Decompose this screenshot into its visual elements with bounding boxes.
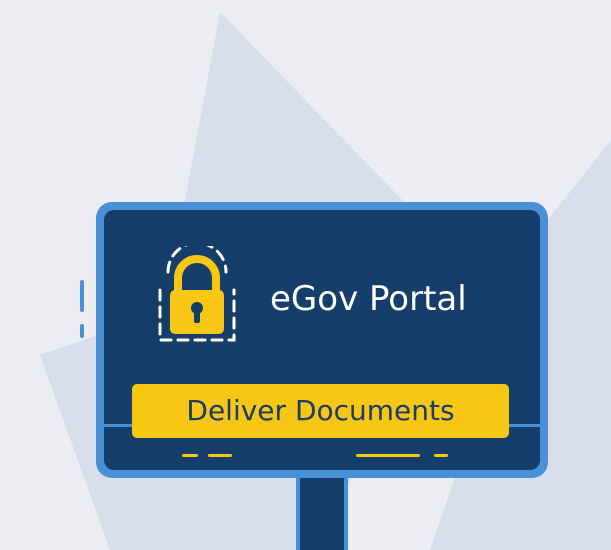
side-accent-marks [80,280,88,350]
padlock-icon [154,241,240,350]
accent-dash [182,454,198,457]
portal-title: eGov Portal [270,279,467,319]
monitor-stand [296,476,348,550]
monitor-screen: eGov Portal Deliver Documents [104,210,540,470]
side-mark-short [80,324,84,338]
deliver-documents-button[interactable]: Deliver Documents [132,384,509,438]
accent-dash [208,454,232,457]
accent-dash [356,454,420,457]
side-mark-long [80,280,84,312]
accent-dash [434,454,448,457]
illustration-scene: eGov Portal Deliver Documents [0,0,611,550]
